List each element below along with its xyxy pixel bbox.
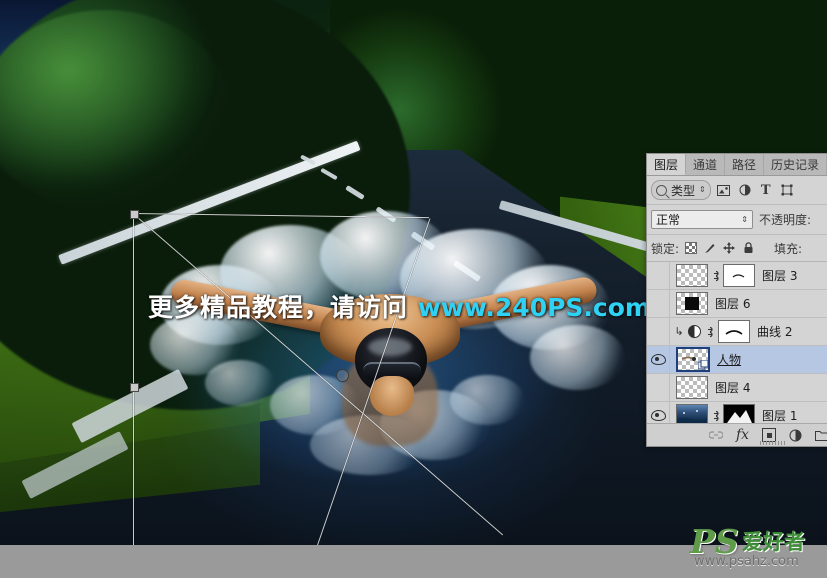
layer-visibility-toggle[interactable] — [647, 346, 670, 373]
filter-adjustment-icon[interactable] — [737, 183, 753, 197]
panel-tabs[interactable]: 图层 通道 路径 历史记录 动 — [647, 154, 827, 176]
lock-transparency-icon[interactable] — [685, 242, 697, 254]
layer-visibility-toggle[interactable] — [647, 290, 670, 317]
opacity-label: 不透明度: — [759, 211, 811, 228]
layer-mask-thumbnail[interactable] — [718, 320, 750, 343]
swim-cap-highlight — [368, 338, 412, 356]
layer-name[interactable]: 图层 4 — [708, 379, 750, 396]
layer-list[interactable]: 图层 3 图层 6 ↳ — [647, 262, 827, 443]
watermark-text: 更多精品教程，请访问 www.240PS.com — [148, 288, 651, 324]
layer-mask-thumbnail[interactable] — [723, 264, 755, 287]
new-group-icon[interactable] — [815, 427, 827, 443]
tab-paths[interactable]: 路径 — [725, 154, 764, 175]
layers-panel[interactable]: 图层 通道 路径 历史记录 动 类型 ⇕ T 正常 — [646, 153, 827, 447]
layer-thumbnail[interactable] — [676, 264, 708, 287]
layer-style-fx-icon[interactable]: fx — [736, 427, 749, 443]
layer-visibility-toggle[interactable] — [647, 374, 670, 401]
lock-all-icon[interactable] — [742, 242, 754, 254]
filter-kind-label: 类型 — [671, 182, 695, 199]
table-row[interactable]: 图层 4 — [647, 374, 827, 402]
adjustment-layer-icon[interactable] — [688, 325, 701, 338]
eye-icon[interactable] — [651, 354, 666, 365]
blend-mode-row[interactable]: 正常 ⇕ 不透明度: — [647, 205, 827, 235]
lock-icons[interactable] — [685, 242, 754, 254]
watermark-cn: 更多精品教程，请访问 — [148, 293, 418, 322]
link-mask-icon[interactable] — [711, 269, 720, 282]
logo-cn-text: 爱好者 — [742, 526, 805, 556]
layer-name[interactable]: 图层 3 — [755, 267, 797, 284]
layer-filter-row[interactable]: 类型 ⇕ T — [647, 176, 827, 205]
site-logo: PS 爱好者 www.psahz.com — [690, 522, 822, 572]
photoshop-window: 更多精品教程，请访问 www.240PS.com PS 爱好者 www.psah… — [0, 0, 827, 578]
search-icon — [656, 185, 667, 196]
chevron-updown-icon: ⇕ — [741, 216, 748, 224]
blend-mode-value: 正常 — [656, 211, 680, 228]
layer-thumbnail[interactable] — [676, 292, 708, 315]
layer-thumbnail[interactable] — [676, 347, 710, 372]
layer-name[interactable]: 图层 1 — [755, 407, 797, 424]
layer-name[interactable]: 人物 — [710, 351, 741, 368]
tab-layers[interactable]: 图层 — [647, 154, 686, 175]
filter-type-icon[interactable]: T — [758, 183, 774, 197]
table-row[interactable]: 图层 6 — [647, 290, 827, 318]
lock-label: 锁定: — [651, 240, 679, 257]
lock-position-icon[interactable] — [723, 242, 735, 254]
filter-kind-dropdown[interactable]: 类型 ⇕ — [651, 180, 711, 200]
lock-row[interactable]: 锁定: 填充: — [647, 235, 827, 262]
fill-label: 填充: — [774, 240, 802, 257]
tab-channels[interactable]: 通道 — [686, 154, 725, 175]
table-row[interactable]: 人物 — [647, 346, 827, 374]
panel-resize-grip[interactable] — [760, 441, 786, 445]
logo-site-url: www.psahz.com — [694, 554, 799, 569]
watermark-url: www.240PS.com — [418, 293, 651, 322]
filter-shape-icon[interactable] — [779, 183, 795, 197]
layer-visibility-toggle[interactable] — [647, 318, 670, 345]
link-mask-icon[interactable] — [711, 409, 720, 422]
table-row[interactable]: ↳ 曲线 2 — [647, 318, 827, 346]
layer-thumbnail[interactable] — [676, 376, 708, 399]
layer-visibility-toggle[interactable] — [647, 262, 670, 289]
table-row[interactable]: 图层 3 — [647, 262, 827, 290]
link-mask-icon[interactable] — [705, 325, 714, 338]
layers-panel-footer[interactable]: fx — [647, 423, 827, 446]
chevron-updown-icon: ⇕ — [699, 186, 706, 194]
layer-name[interactable]: 曲线 2 — [750, 323, 792, 340]
blend-mode-select[interactable]: 正常 ⇕ — [651, 210, 753, 229]
filter-pixel-icon[interactable] — [716, 183, 732, 197]
clipping-mask-icon: ↳ — [674, 325, 684, 338]
eye-icon[interactable] — [651, 410, 666, 421]
swimmer-face — [370, 376, 414, 416]
link-layers-icon[interactable] — [709, 427, 723, 443]
lock-image-icon[interactable] — [704, 242, 716, 254]
layer-name[interactable]: 图层 6 — [708, 295, 750, 312]
swimmer-figure — [170, 250, 600, 480]
new-adjustment-layer-icon[interactable] — [789, 427, 802, 443]
tab-history[interactable]: 历史记录 — [764, 154, 827, 175]
